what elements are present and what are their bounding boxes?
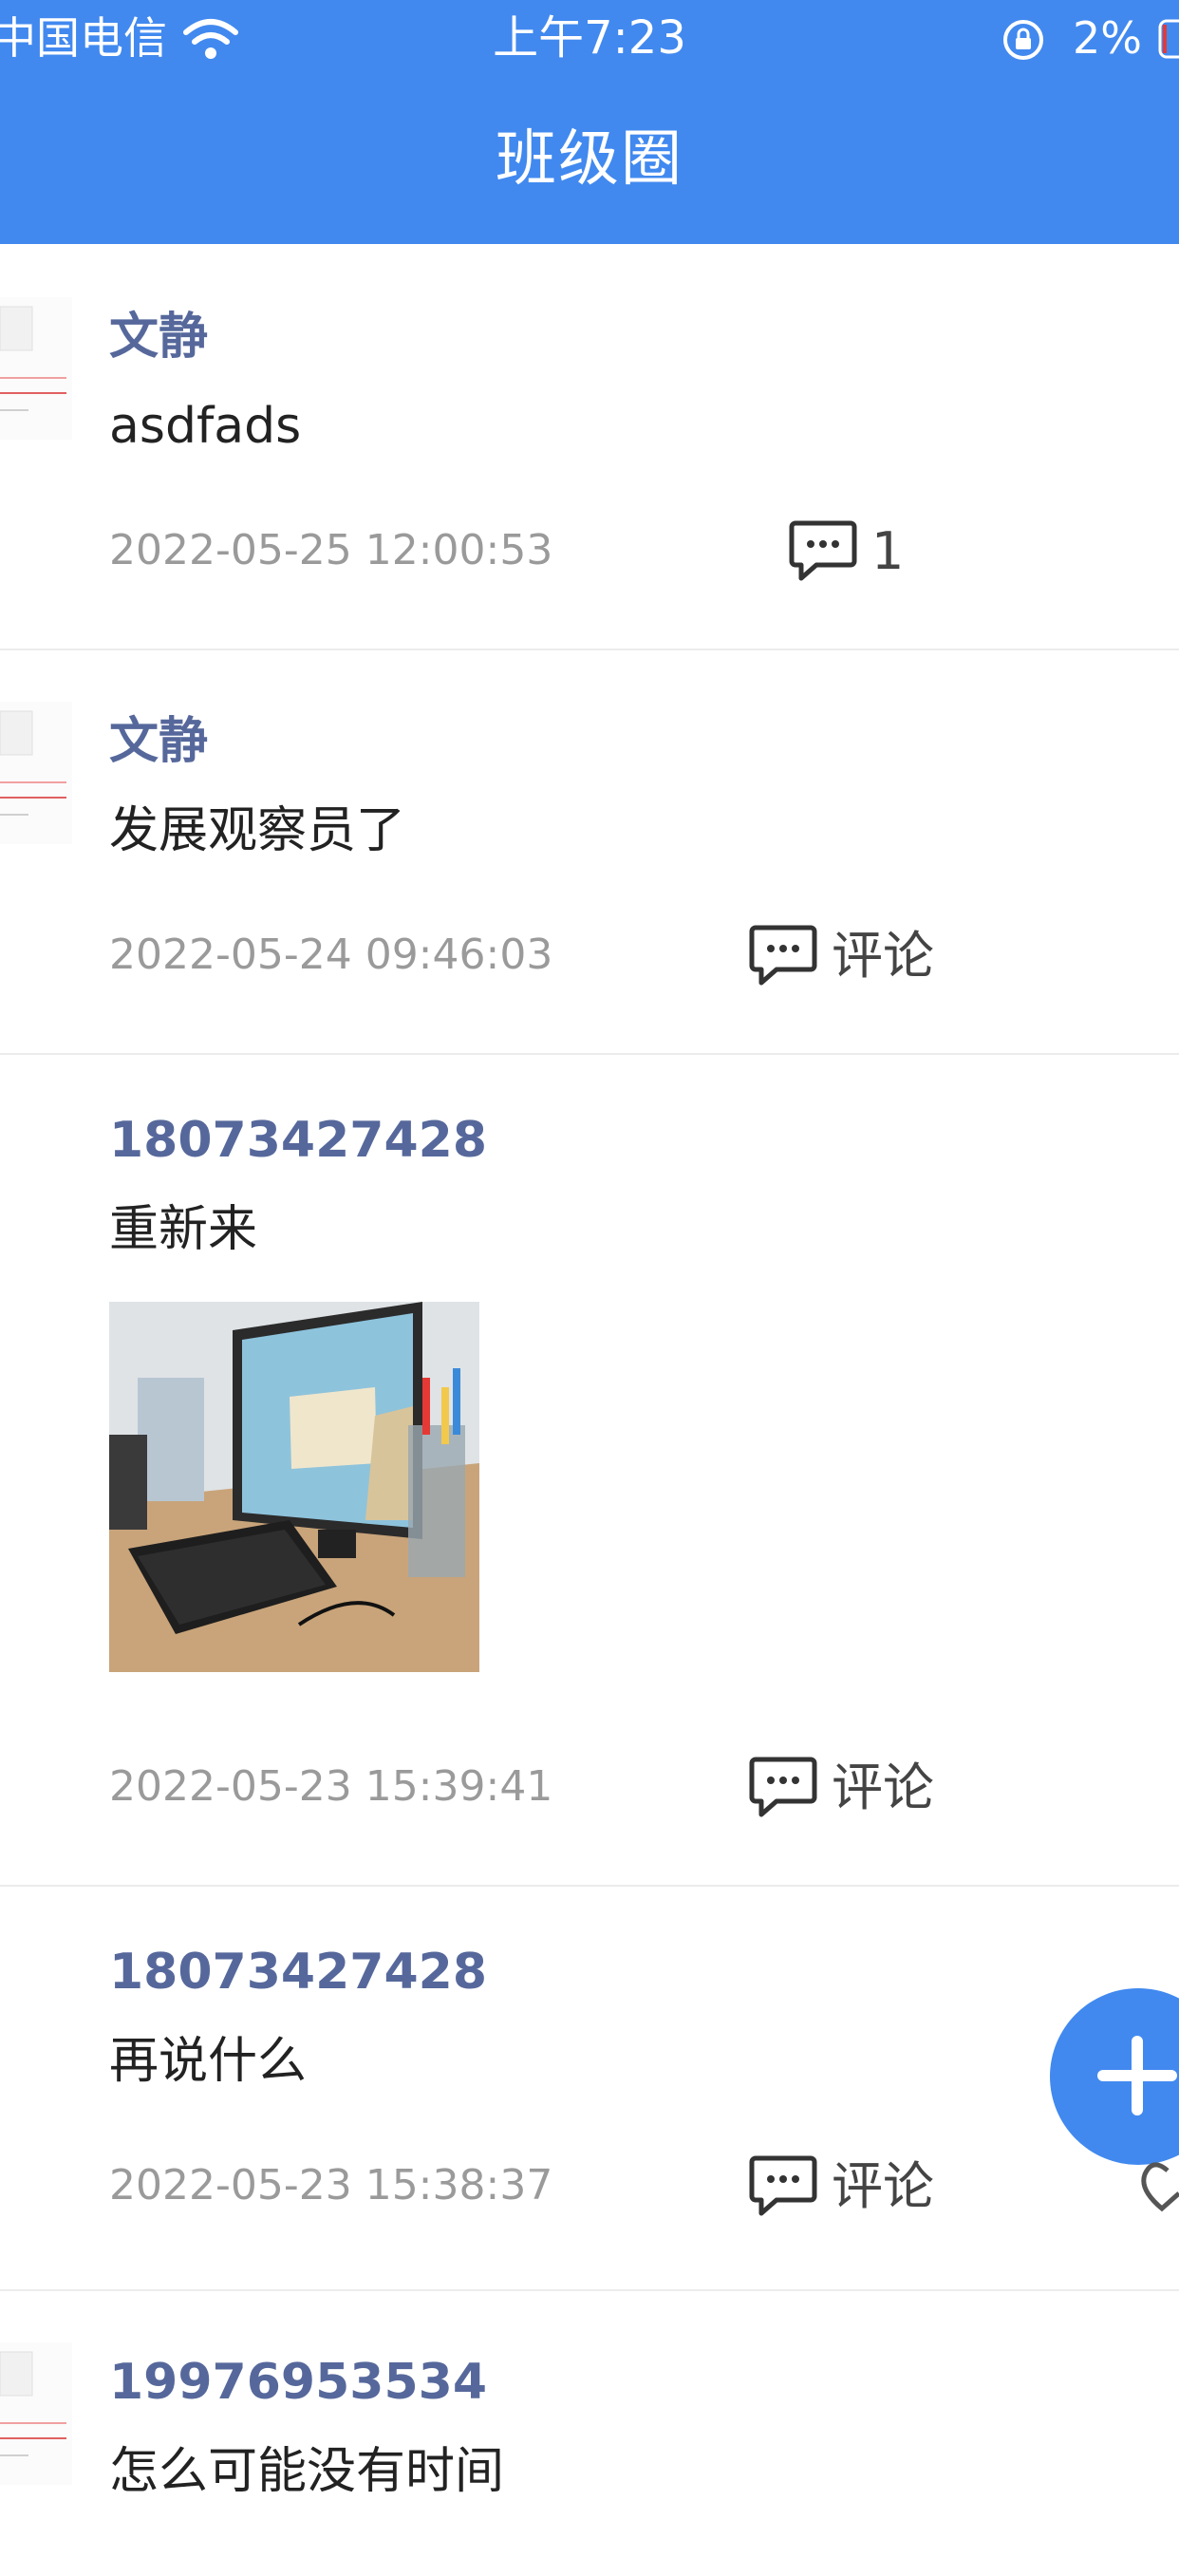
heart-icon[interactable]: [1139, 2157, 1179, 2214]
post-author[interactable]: 文静: [109, 713, 208, 770]
post-timestamp: 2022-05-25 12:00:53: [109, 526, 553, 574]
feed-post: 18073427428 重新来 2022-05-23 15:39:41 评论: [0, 1055, 1179, 1887]
app-header: 中国电信 上午7:23 2% 班级圈: [0, 0, 1179, 244]
post-content: asdfads: [109, 398, 302, 455]
page-title: 班级圈: [496, 124, 683, 195]
post-content: 再说什么: [109, 2033, 308, 2090]
post-timestamp: 2022-05-23 15:38:37: [109, 2161, 553, 2209]
comment-label: 评论: [832, 926, 934, 986]
post-content: 发展观察员了: [109, 802, 406, 859]
post-author[interactable]: 文静: [109, 309, 208, 366]
class-feed: 文静 asdfads 2022-05-25 12:00:53 1 文静 发展观察…: [0, 244, 1179, 2576]
comment-count: 1: [871, 521, 905, 581]
comment-button[interactable]: 1: [788, 519, 921, 586]
battery-percent: 2%: [1073, 12, 1142, 64]
post-content: 重新来: [109, 1201, 258, 1258]
post-author[interactable]: 18073427428: [109, 1112, 487, 1169]
post-timestamp: 2022-05-24 09:46:03: [109, 931, 553, 979]
plus-icon: [1097, 2036, 1177, 2115]
feed-post: 文静 发展观察员了 2022-05-24 09:46:03 评论: [0, 650, 1179, 1055]
post-photo[interactable]: [109, 1302, 479, 1672]
rotation-lock-icon: [1003, 20, 1043, 60]
comment-icon: [749, 1757, 817, 1817]
post-author[interactable]: 18073427428: [109, 1944, 487, 2001]
feed-post: 18073427428 再说什么 2022-05-23 15:38:37 评论: [0, 1887, 1179, 2291]
comment-button[interactable]: 评论: [748, 2154, 957, 2221]
status-bar: 中国电信 上午7:23 2%: [0, 0, 1179, 78]
avatar: [0, 702, 72, 844]
post-author[interactable]: 19976953534: [109, 2354, 487, 2411]
feed-post: 19976953534 怎么可能没有时间: [0, 2291, 1179, 2576]
comment-icon: [749, 925, 817, 986]
post-content: 怎么可能没有时间: [109, 2443, 505, 2500]
battery-icon: [1158, 19, 1179, 59]
comment-button[interactable]: 评论: [748, 924, 957, 990]
feed-post: 文静 asdfads 2022-05-25 12:00:53 1: [0, 244, 1179, 650]
avatar: [0, 2342, 72, 2485]
comment-icon: [749, 2155, 817, 2216]
comment-icon: [789, 520, 857, 581]
comment-label: 评论: [832, 1758, 934, 1817]
post-timestamp: 2022-05-23 15:39:41: [109, 1762, 553, 1811]
avatar: [0, 297, 72, 440]
comment-button[interactable]: 评论: [748, 1756, 957, 1822]
comment-label: 评论: [832, 2156, 934, 2216]
